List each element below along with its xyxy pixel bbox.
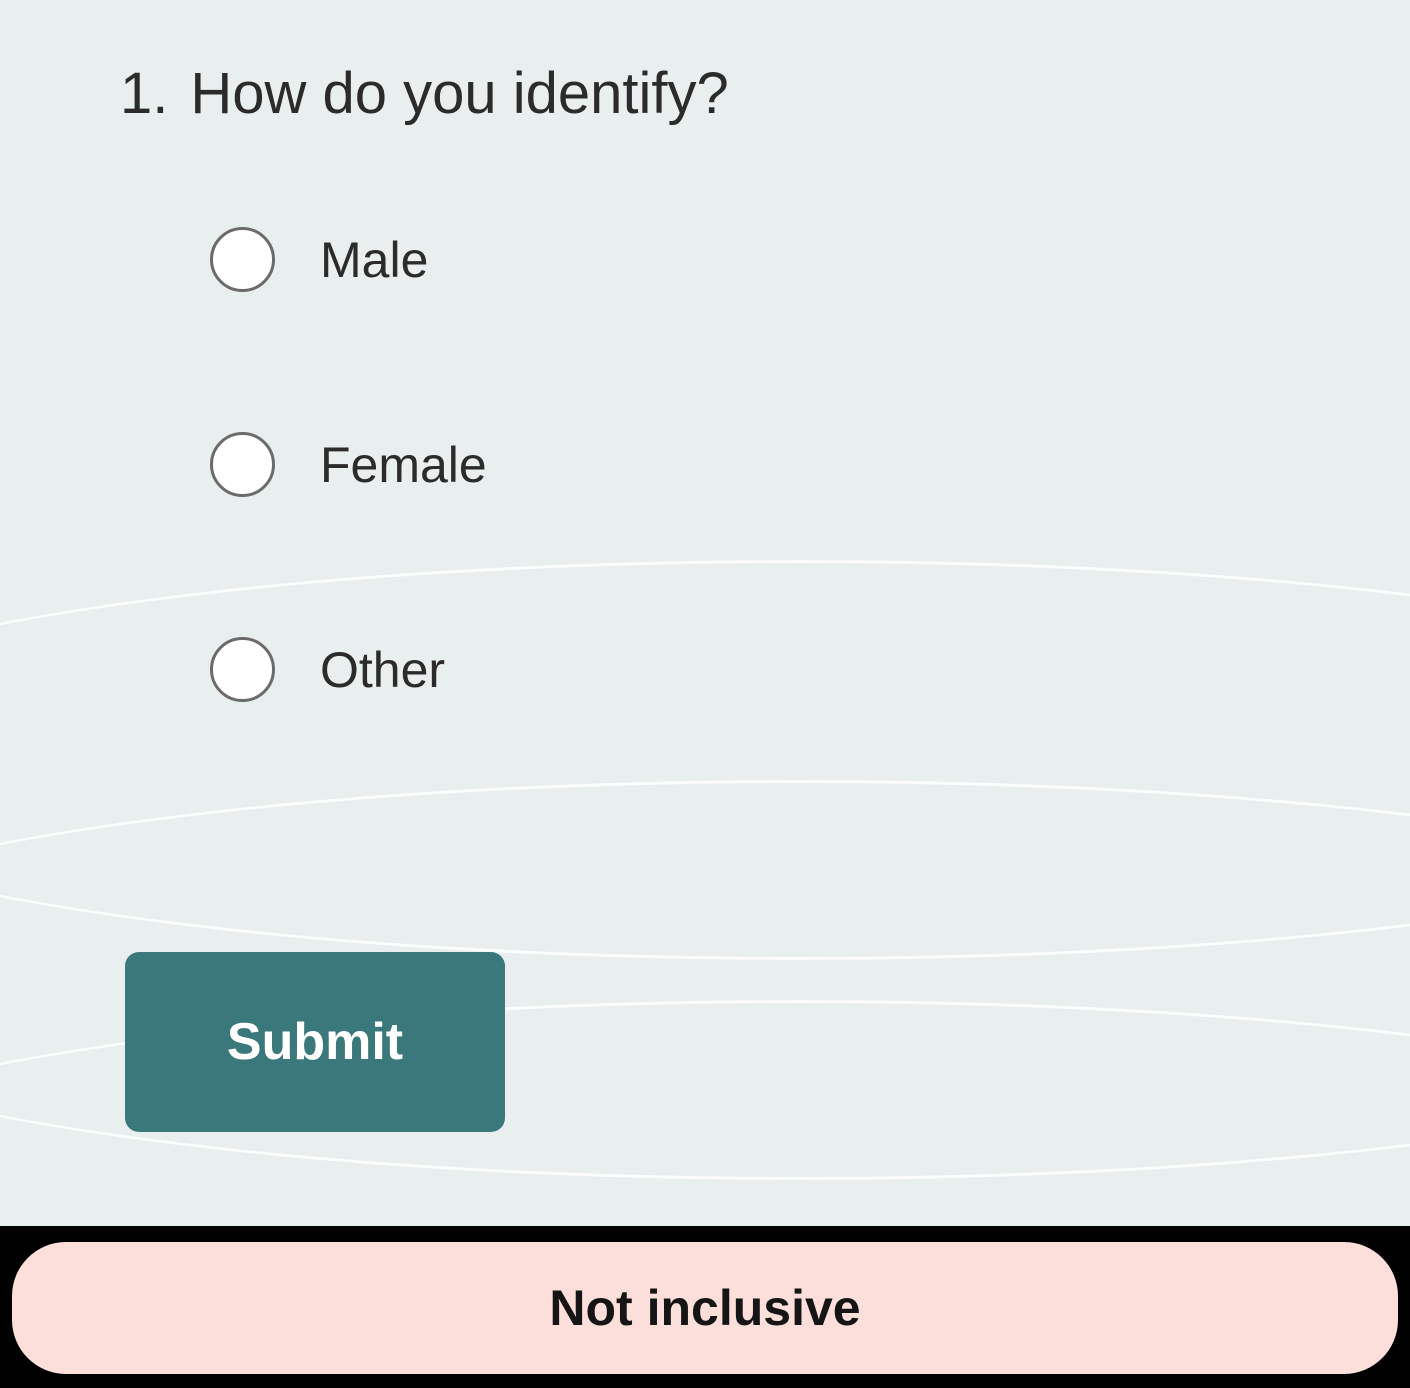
option-male[interactable]: Male	[210, 227, 1310, 292]
caption-bar: Not inclusive	[12, 1242, 1398, 1374]
radio-icon[interactable]	[210, 432, 275, 497]
option-other[interactable]: Other	[210, 637, 1310, 702]
option-female[interactable]: Female	[210, 432, 1310, 497]
radio-icon[interactable]	[210, 637, 275, 702]
radio-icon[interactable]	[210, 227, 275, 292]
question-row: 1. How do you identify?	[120, 60, 1310, 127]
option-label: Male	[320, 231, 428, 289]
submit-button[interactable]: Submit	[125, 952, 505, 1132]
submit-label: Submit	[227, 1012, 403, 1072]
caption-text: Not inclusive	[549, 1279, 860, 1337]
option-label: Other	[320, 641, 445, 699]
question-text: How do you identify?	[190, 60, 728, 127]
option-label: Female	[320, 436, 487, 494]
survey-form-panel: 1. How do you identify? Male Female Othe…	[0, 0, 1410, 1226]
options-group: Male Female Other	[210, 227, 1310, 702]
question-number: 1.	[120, 60, 168, 127]
